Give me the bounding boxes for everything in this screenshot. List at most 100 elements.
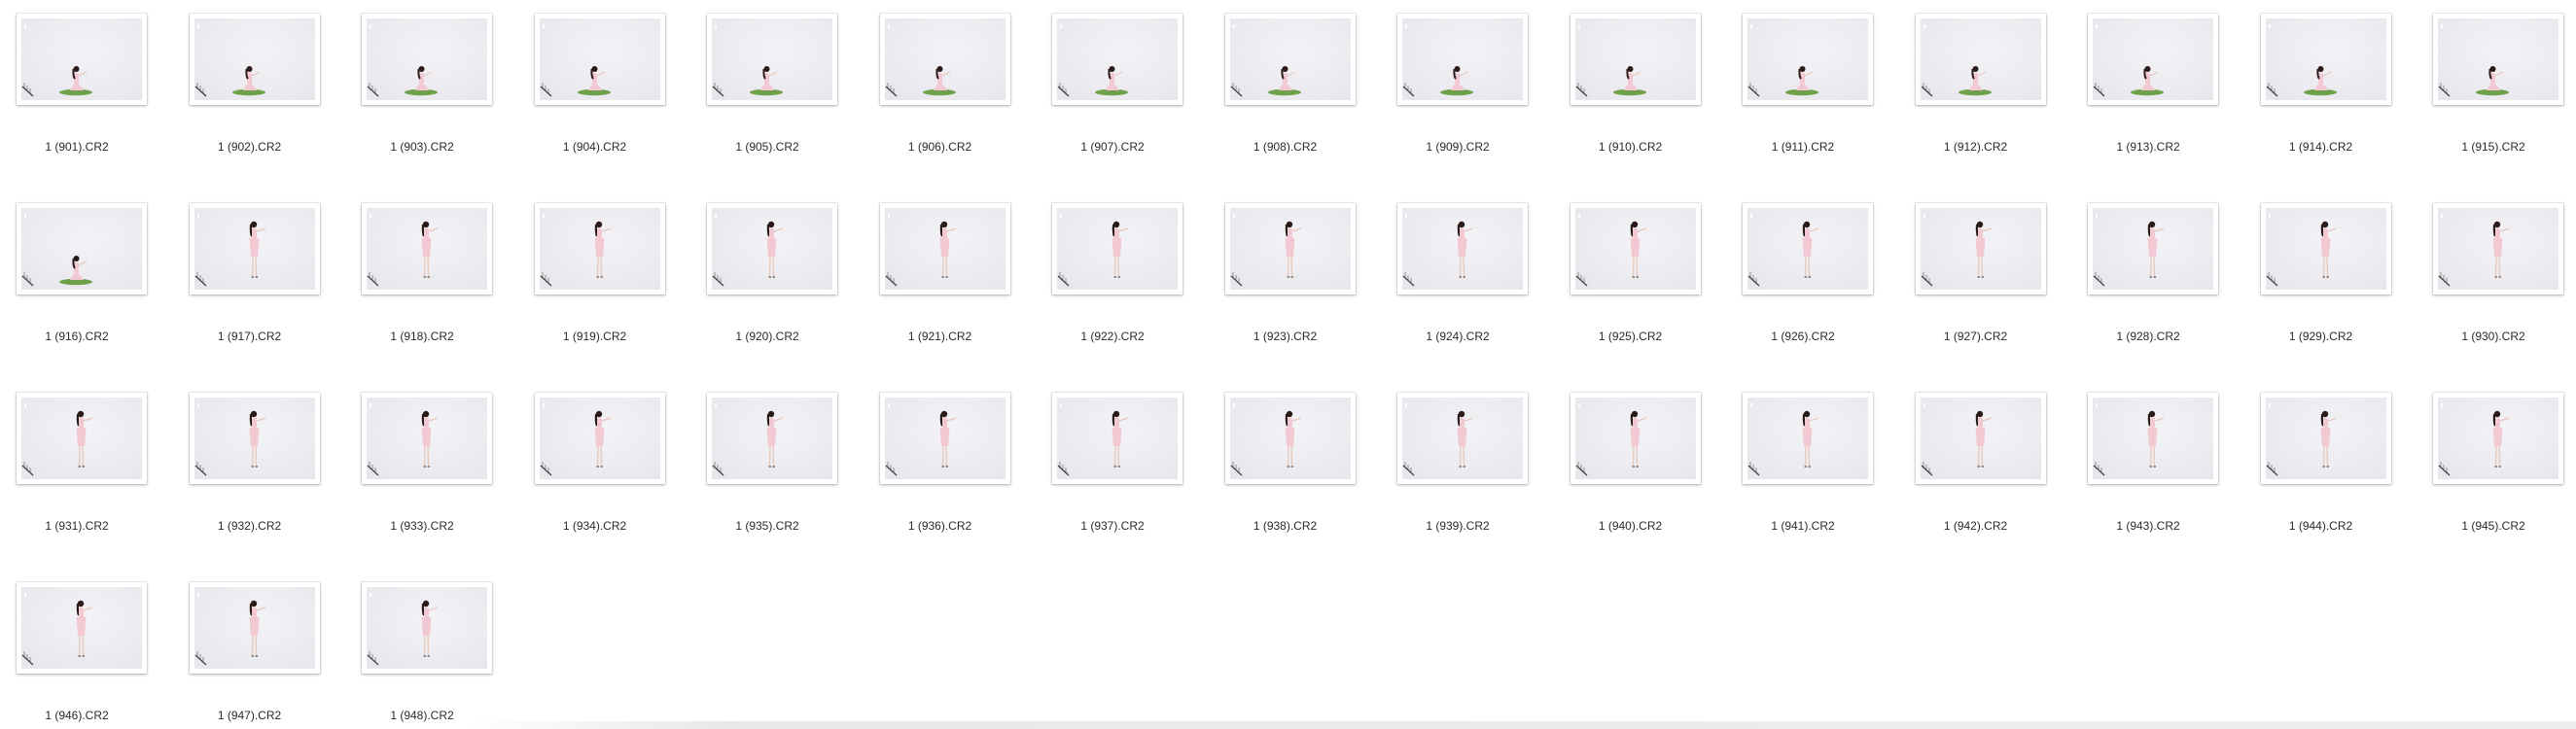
file-thumbnail[interactable] <box>1397 203 1528 295</box>
file-thumbnail[interactable] <box>707 203 837 295</box>
file-thumbnail[interactable] <box>1570 14 1701 105</box>
file-item[interactable]: 1 (908).CR2 <box>1213 0 1359 190</box>
file-item[interactable]: 1 (921).CR2 <box>867 190 1013 379</box>
file-item[interactable]: 1 (903).CR2 <box>349 0 495 190</box>
file-thumbnail[interactable] <box>879 203 1010 295</box>
file-item[interactable]: 1 (943).CR2 <box>2075 379 2221 569</box>
file-thumbnail[interactable] <box>1397 393 1528 484</box>
file-item[interactable]: 1 (920).CR2 <box>694 190 840 379</box>
file-item[interactable]: 1 (906).CR2 <box>867 0 1013 190</box>
file-thumbnail[interactable] <box>1224 203 1356 295</box>
file-thumbnail[interactable] <box>534 203 665 295</box>
file-thumbnail[interactable] <box>17 203 147 295</box>
file-thumbnail[interactable] <box>2433 14 2563 105</box>
file-thumbnail[interactable] <box>2260 14 2391 105</box>
file-item[interactable]: 1 (914).CR2 <box>2248 0 2394 190</box>
file-thumbnail[interactable] <box>1052 14 1182 105</box>
file-thumbnail[interactable] <box>362 393 492 484</box>
file-thumbnail[interactable] <box>879 393 1010 484</box>
file-thumbnail[interactable] <box>17 393 147 484</box>
file-item[interactable]: 1 (907).CR2 <box>1040 0 1185 190</box>
file-item[interactable]: 1 (901).CR2 <box>4 0 150 190</box>
file-item[interactable]: 1 (916).CR2 <box>4 190 150 379</box>
file-thumbnail[interactable] <box>879 14 1010 105</box>
photo-preview <box>367 18 487 100</box>
file-name-label: 1 (943).CR2 <box>2116 519 2180 533</box>
file-item[interactable]: 1 (919).CR2 <box>522 190 668 379</box>
file-item[interactable]: 1 (940).CR2 <box>1558 379 1704 569</box>
file-thumbnail[interactable] <box>1743 393 1873 484</box>
file-item[interactable]: 1 (922).CR2 <box>1040 190 1185 379</box>
file-item[interactable]: 1 (930).CR2 <box>2420 190 2566 379</box>
file-item[interactable]: 1 (936).CR2 <box>867 379 1013 569</box>
file-item[interactable]: 1 (913).CR2 <box>2075 0 2221 190</box>
file-item[interactable]: 1 (948).CR2 <box>349 569 495 729</box>
file-thumbnail[interactable] <box>362 582 492 674</box>
file-thumbnail[interactable] <box>189 393 320 484</box>
file-thumbnail[interactable] <box>1915 203 2046 295</box>
file-thumbnail[interactable] <box>2088 393 2218 484</box>
file-item[interactable]: 1 (925).CR2 <box>1558 190 1704 379</box>
file-thumbnail[interactable] <box>1570 203 1701 295</box>
file-item[interactable]: 1 (904).CR2 <box>522 0 668 190</box>
file-item[interactable]: 1 (944).CR2 <box>2248 379 2394 569</box>
file-thumbnail[interactable] <box>534 14 665 105</box>
file-item[interactable]: 1 (931).CR2 <box>4 379 150 569</box>
file-thumbnail[interactable] <box>1397 14 1528 105</box>
file-thumbnail[interactable] <box>707 14 837 105</box>
file-item[interactable]: 1 (917).CR2 <box>177 190 323 379</box>
file-item[interactable]: 1 (927).CR2 <box>1903 190 2049 379</box>
file-thumbnail[interactable] <box>362 14 492 105</box>
file-thumbnail[interactable] <box>189 203 320 295</box>
file-name-label: 1 (933).CR2 <box>390 519 454 533</box>
file-thumbnail[interactable] <box>534 393 665 484</box>
file-item[interactable]: 1 (933).CR2 <box>349 379 495 569</box>
file-item[interactable]: 1 (947).CR2 <box>177 569 323 729</box>
file-thumbnail[interactable] <box>707 393 837 484</box>
file-item[interactable]: 1 (915).CR2 <box>2420 0 2566 190</box>
file-item[interactable]: 1 (929).CR2 <box>2248 190 2394 379</box>
file-thumbnail[interactable] <box>1915 393 2046 484</box>
file-thumbnail[interactable] <box>1570 393 1701 484</box>
file-thumbnail[interactable] <box>189 582 320 674</box>
file-thumbnail[interactable] <box>2433 393 2563 484</box>
file-item[interactable]: 1 (937).CR2 <box>1040 379 1185 569</box>
file-thumbnail[interactable] <box>2088 14 2218 105</box>
file-item[interactable]: 1 (939).CR2 <box>1385 379 1531 569</box>
file-item[interactable]: 1 (932).CR2 <box>177 379 323 569</box>
file-item[interactable]: 1 (942).CR2 <box>1903 379 2049 569</box>
file-thumbnail[interactable] <box>1743 14 1873 105</box>
file-thumbnail[interactable] <box>17 14 147 105</box>
file-item[interactable]: 1 (910).CR2 <box>1558 0 1704 190</box>
file-item[interactable]: 1 (911).CR2 <box>1730 0 1876 190</box>
file-item[interactable]: 1 (934).CR2 <box>522 379 668 569</box>
file-item[interactable]: 1 (946).CR2 <box>4 569 150 729</box>
file-thumbnail[interactable] <box>17 582 147 674</box>
file-item[interactable]: 1 (902).CR2 <box>177 0 323 190</box>
file-thumbnail[interactable] <box>2088 203 2218 295</box>
file-item[interactable]: 1 (923).CR2 <box>1213 190 1359 379</box>
file-item[interactable]: 1 (935).CR2 <box>694 379 840 569</box>
file-item[interactable]: 1 (924).CR2 <box>1385 190 1531 379</box>
file-item[interactable]: 1 (945).CR2 <box>2420 379 2566 569</box>
file-thumbnail[interactable] <box>2260 203 2391 295</box>
file-thumbnail[interactable] <box>2260 393 2391 484</box>
file-thumbnail[interactable] <box>2433 203 2563 295</box>
file-item[interactable]: 1 (918).CR2 <box>349 190 495 379</box>
file-thumbnail[interactable] <box>1224 14 1356 105</box>
file-item[interactable]: 1 (926).CR2 <box>1730 190 1876 379</box>
file-item[interactable]: 1 (905).CR2 <box>694 0 840 190</box>
file-thumbnail[interactable] <box>1224 393 1356 484</box>
file-item[interactable]: 1 (912).CR2 <box>1903 0 2049 190</box>
file-thumbnail[interactable] <box>1052 203 1182 295</box>
file-thumbnail[interactable] <box>1743 203 1873 295</box>
file-item[interactable]: 1 (928).CR2 <box>2075 190 2221 379</box>
file-item[interactable]: 1 (909).CR2 <box>1385 0 1531 190</box>
file-item[interactable]: 1 (941).CR2 <box>1730 379 1876 569</box>
file-thumbnail[interactable] <box>1052 393 1182 484</box>
file-name-label: 1 (905).CR2 <box>735 140 799 154</box>
file-thumbnail[interactable] <box>1915 14 2046 105</box>
file-item[interactable]: 1 (938).CR2 <box>1213 379 1359 569</box>
file-thumbnail[interactable] <box>189 14 320 105</box>
file-thumbnail[interactable] <box>362 203 492 295</box>
